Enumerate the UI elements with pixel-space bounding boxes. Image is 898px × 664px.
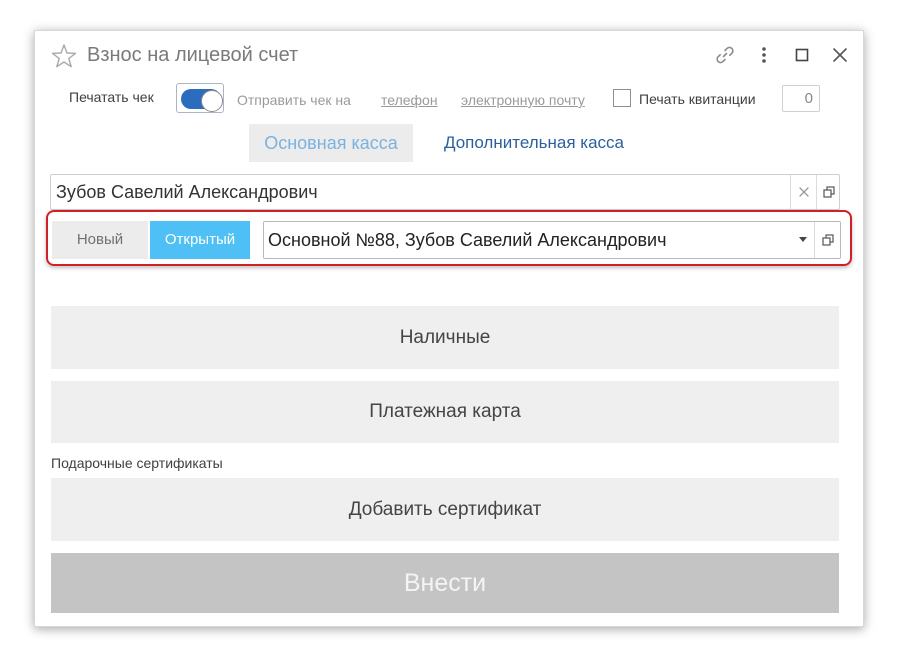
print-receipt-label: Печатать чек <box>69 89 154 105</box>
account-select[interactable]: Основной №88, Зубов Савелий Александрови… <box>263 221 841 259</box>
open-form-icon[interactable] <box>815 222 840 258</box>
certificates-section-label: Подарочные сертификаты <box>51 455 223 471</box>
phone-link[interactable]: телефон <box>381 92 438 108</box>
open-form-icon[interactable] <box>816 175 841 209</box>
send-receipt-label: Отправить чек на <box>237 92 351 108</box>
add-certificate-button[interactable]: Добавить сертификат <box>51 478 839 541</box>
cash-button[interactable]: Наличные <box>51 306 839 369</box>
chevron-down-icon[interactable] <box>790 222 815 258</box>
print-receipts-checkbox[interactable] <box>613 89 631 107</box>
tab-extra-cash[interactable]: Дополнительная касса <box>429 124 639 162</box>
toggle-knob <box>201 90 223 112</box>
star-icon[interactable] <box>51 43 77 69</box>
submit-button[interactable]: Внести <box>51 553 839 613</box>
account-mode-new[interactable]: Новый <box>52 221 148 259</box>
clear-icon[interactable] <box>791 175 816 209</box>
toggle-track <box>181 89 223 112</box>
link-icon[interactable] <box>713 43 737 67</box>
client-field[interactable]: Зубов Савелий Александрович <box>50 174 840 210</box>
account-value: Основной №88, Зубов Савелий Александрови… <box>268 230 667 250</box>
dialog-title: Взнос на лицевой счет <box>87 44 299 66</box>
account-mode-open[interactable]: Открытый <box>150 221 250 259</box>
print-receipts-label: Печать квитанции <box>639 91 756 107</box>
tab-main-cash[interactable]: Основная касса <box>249 124 413 162</box>
print-receipt-toggle[interactable] <box>176 83 224 113</box>
close-icon[interactable] <box>828 43 852 67</box>
copies-field[interactable]: 0 <box>782 85 820 112</box>
client-value: Зубов Савелий Александрович <box>56 182 318 202</box>
more-vertical-icon[interactable] <box>752 43 776 67</box>
maximize-icon[interactable] <box>790 43 814 67</box>
card-button[interactable]: Платежная карта <box>51 381 839 443</box>
email-link[interactable]: электронную почту <box>461 92 585 108</box>
deposit-dialog: Взнос на лицевой счет Печатать чек Отпра… <box>34 30 864 627</box>
